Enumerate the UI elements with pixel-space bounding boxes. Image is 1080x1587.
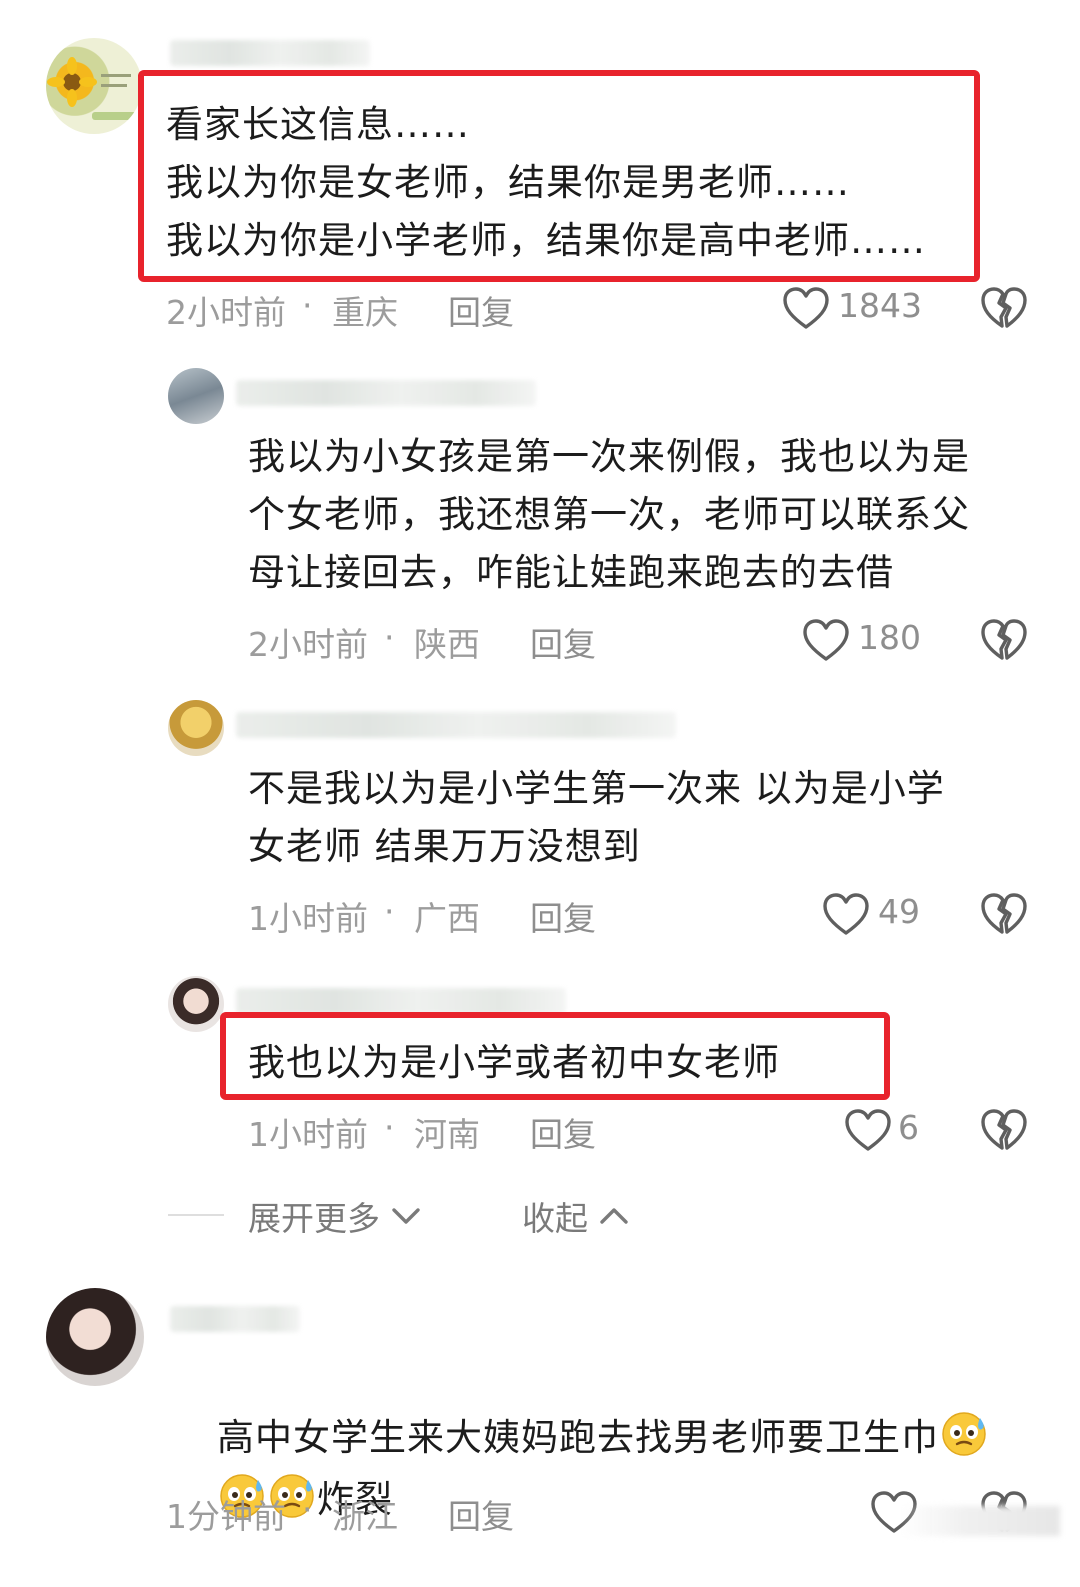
reply-button[interactable]: 回复 <box>448 1490 514 1538</box>
avatar[interactable] <box>46 38 142 134</box>
separator: · <box>384 618 395 657</box>
chevron-down-icon <box>391 1208 420 1224</box>
dislike-heart-icon[interactable] <box>980 618 1028 662</box>
avatar[interactable] <box>46 1288 144 1386</box>
comment-time: 2小时前 <box>166 293 286 332</box>
separator: · <box>302 1490 313 1529</box>
comment-line: 女老师 结果万万没想到 <box>248 825 641 868</box>
username-blurred[interactable] <box>236 380 536 406</box>
watermark-overlay <box>900 1506 1060 1536</box>
sunflower-icon <box>47 57 136 120</box>
expand-more-button[interactable]: 展开更多 <box>248 1192 421 1240</box>
comment-line: 看家长这信息…… <box>166 103 470 146</box>
comment-time: 1分钟前 <box>166 1497 286 1536</box>
like-count: 49 <box>878 892 920 931</box>
separator: · <box>384 1108 395 1147</box>
chevron-up-icon <box>599 1208 628 1224</box>
comment-line: 母让接回去，咋能让娃跑来跑去的去借 <box>248 551 894 594</box>
comment-location: 广西 <box>414 899 480 938</box>
avatar[interactable] <box>168 368 224 424</box>
avatar[interactable] <box>168 976 224 1032</box>
comment-line: 我以为你是小学老师，结果你是高中老师…… <box>166 219 926 262</box>
reply-button[interactable]: 回复 <box>530 618 596 666</box>
dislike-heart-icon[interactable] <box>980 892 1028 936</box>
username-blurred[interactable] <box>170 1306 300 1332</box>
like-count: 6 <box>898 1108 919 1147</box>
collapse-label: 收起 <box>522 1199 588 1238</box>
like-count: 1843 <box>838 286 922 325</box>
comment-line: 我以为小女孩是第一次来例假，我也以为是 <box>248 435 970 478</box>
comment-location: 浙江 <box>332 1497 398 1536</box>
comment-time: 2小时前 <box>248 625 368 664</box>
expand-more-label: 展开更多 <box>248 1199 380 1238</box>
dislike-heart-icon[interactable] <box>980 1108 1028 1152</box>
divider <box>168 1214 224 1216</box>
separator: · <box>302 286 313 325</box>
comment-location: 陕西 <box>414 625 480 664</box>
username-blurred[interactable] <box>236 988 566 1014</box>
reply-button[interactable]: 回复 <box>448 286 514 334</box>
heart-icon[interactable] <box>844 1108 892 1152</box>
collapse-button[interactable]: 收起 <box>522 1192 629 1240</box>
dislike-heart-icon[interactable] <box>980 286 1028 330</box>
comment-line: 我以为你是女老师，结果你是男老师…… <box>166 161 850 204</box>
heart-icon[interactable] <box>822 892 870 936</box>
username-blurred[interactable] <box>236 712 676 738</box>
sweat-emoji-icon <box>939 1408 989 1458</box>
separator: · <box>384 892 395 931</box>
like-count: 180 <box>858 618 921 657</box>
reply-button[interactable]: 回复 <box>530 1108 596 1156</box>
comment-time: 1小时前 <box>248 1115 368 1154</box>
comment-location: 河南 <box>414 1115 480 1154</box>
comment-line: 个女老师，我还想第一次，老师可以联系父 <box>248 493 970 536</box>
heart-icon[interactable] <box>802 618 850 662</box>
heart-icon[interactable] <box>782 286 830 330</box>
comment-location: 重庆 <box>332 293 398 332</box>
reply-button[interactable]: 回复 <box>530 892 596 940</box>
comment-line: 不是我以为是小学生第一次来 以为是小学 <box>248 767 945 810</box>
avatar[interactable] <box>168 700 224 756</box>
username-blurred[interactable] <box>170 40 370 66</box>
comment-line: 我也以为是小学或者初中女老师 <box>248 1041 780 1084</box>
comment-time: 1小时前 <box>248 899 368 938</box>
